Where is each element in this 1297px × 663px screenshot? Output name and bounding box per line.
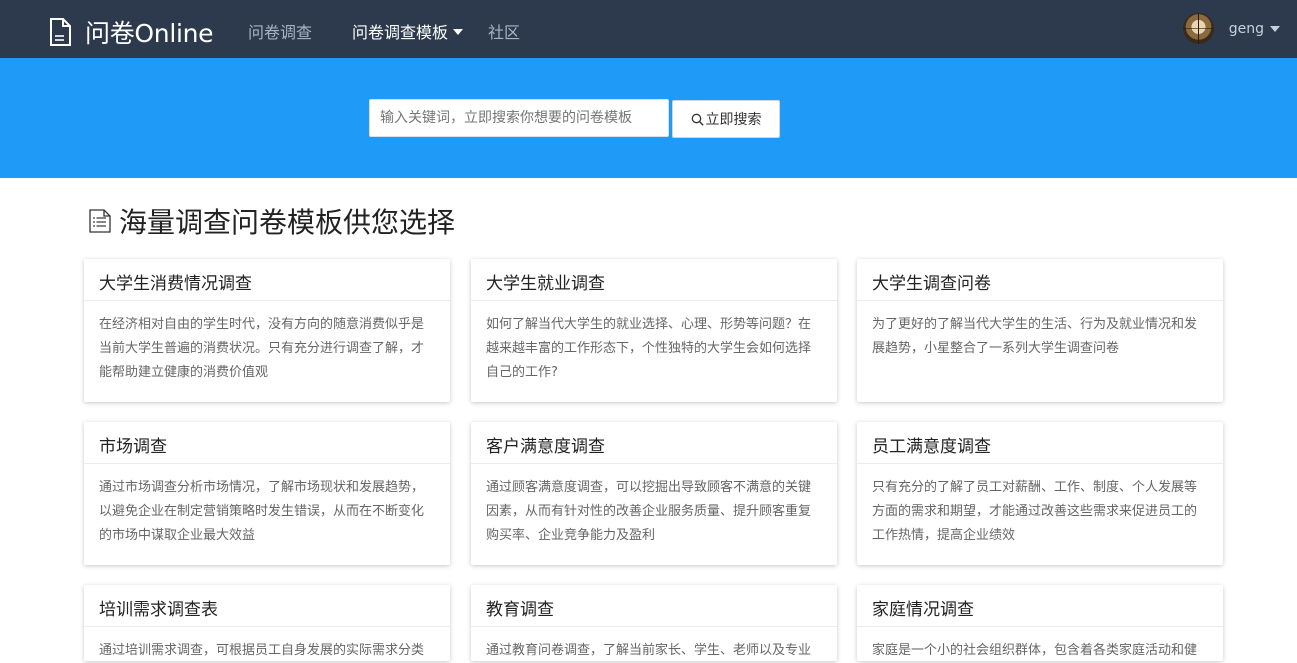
template-card[interactable]: 大学生调查问卷 为了更好的了解当代大学生的生活、行为及就业情况和发展趋势，小星整… [857,259,1223,402]
card-description: 如何了解当代大学生的就业选择、心理、形势等问题？在越来越丰富的工作形态下，个性独… [486,317,812,380]
card-title: 教育调查 [471,585,837,627]
card-title: 家庭情况调查 [857,585,1223,627]
template-card[interactable]: 客户满意度调查 通过顾客满意度调查，可以挖掘出导致顾客不满意的关键因素，从而有针… [471,422,837,565]
search-button-label: 立即搜索 [705,112,762,128]
card-description: 通过顾客满意度调查，可以挖掘出导致顾客不满意的关键因素，从而有针对性的改善企业服… [486,480,812,543]
caret-down-icon [453,29,464,35]
page-title: 海量调查问卷模板供您选择 [119,206,456,239]
card-title: 客户满意度调查 [471,422,837,464]
template-card[interactable]: 员工满意度调查 只有充分的了解了员工对薪酬、工作、制度、个人发展等方面的需求和期… [857,422,1223,565]
search-input[interactable] [369,99,669,137]
card-title: 市场调查 [84,422,450,464]
search-banner: 立即搜索 [0,58,1297,178]
nav-item-surveys[interactable]: 问卷调查 [248,19,312,43]
avatar [1182,13,1214,44]
card-description: 在经济相对自由的学生时代，没有方向的随意消费似乎是当前大学生普遍的消费状况。只有… [99,317,425,380]
card-description: 只有充分的了解了员工对薪酬、工作、制度、个人发展等方面的需求和期望，才能通过改善… [872,480,1198,543]
username: geng [1228,20,1264,37]
user-menu[interactable]: geng [1182,13,1280,44]
card-title: 大学生调查问卷 [857,259,1223,301]
brand-logo-link[interactable]: 问卷Online [49,14,214,50]
card-title: 员工满意度调查 [857,422,1223,464]
caret-down-icon [1270,25,1280,32]
card-title: 培训需求调查表 [84,585,450,627]
search-button[interactable]: 立即搜索 [672,100,780,138]
nav-item-templates-label: 问卷调查模板 [352,23,449,42]
card-title: 大学生就业调查 [471,259,837,301]
list-document-icon [89,209,111,233]
card-description: 家庭是一个小的社会组织群体，包含着各类家庭活动和健 [872,643,1198,658]
top-navbar: 问卷Online 问卷调查 问卷调查模板 社区 geng [0,0,1297,58]
card-description: 为了更好的了解当代大学生的生活、行为及就业情况和发展趋势，小星整合了一系列大学生… [872,317,1198,356]
card-description: 通过市场调查分析市场情况，了解市场现状和发展趋势，以避免企业在制定营销策略时发生… [99,480,425,543]
nav-item-community[interactable]: 社区 [488,19,520,43]
template-card[interactable]: 大学生消费情况调查 在经济相对自由的学生时代，没有方向的随意消费似乎是当前大学生… [84,259,450,402]
template-card[interactable]: 培训需求调查表 通过培训需求调查，可根据员工自身发展的实际需求分类 [84,585,450,661]
card-description: 通过培训需求调查，可根据员工自身发展的实际需求分类 [99,643,425,658]
card-title: 大学生消费情况调查 [84,259,450,301]
document-icon [50,18,71,46]
section-heading: 海量调查问卷模板供您选择 [89,201,455,241]
card-description: 通过教育问卷调查，了解当前家长、学生、老师以及专业 [486,643,812,658]
search-icon [691,113,704,126]
brand-name: 问卷Online [85,19,214,48]
nav-item-templates-dropdown[interactable]: 问卷调查模板 [352,19,464,43]
template-card[interactable]: 市场调查 通过市场调查分析市场情况，了解市场现状和发展趋势，以避免企业在制定营销… [84,422,450,565]
template-card[interactable]: 大学生就业调查 如何了解当代大学生的就业选择、心理、形势等问题？在越来越丰富的工… [471,259,837,402]
template-card[interactable]: 家庭情况调查 家庭是一个小的社会组织群体，包含着各类家庭活动和健 [857,585,1223,661]
template-card[interactable]: 教育调查 通过教育问卷调查，了解当前家长、学生、老师以及专业 [471,585,837,661]
